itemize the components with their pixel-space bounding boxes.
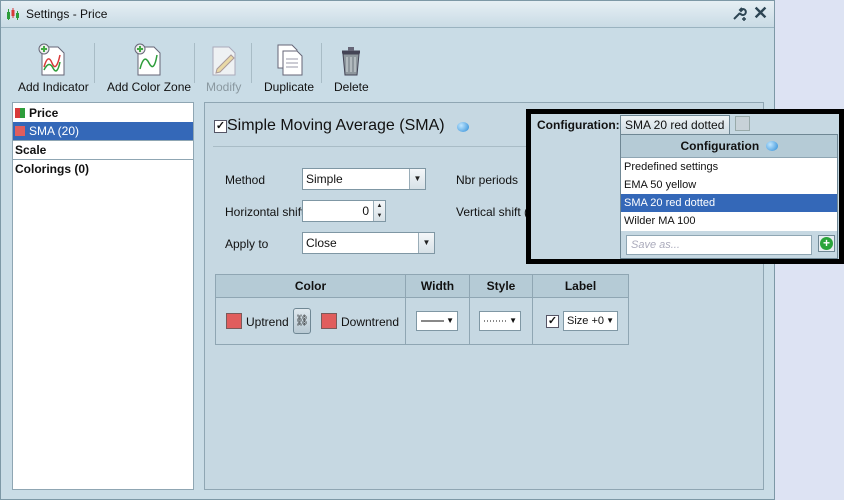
add-color-zone-button[interactable]: Add Color Zone [107,43,191,94]
horizontal-shift-value: 0 [362,204,369,218]
tree-item-scale-label: Scale [15,143,47,157]
line-style-select[interactable]: ▼ [479,311,521,331]
configuration-option[interactable]: Predefined settings [621,158,837,176]
title-bar: Settings - Price ✕ [1,1,774,28]
toolbar: Add Indicator Add Color Zone Modify Dupl… [1,29,774,95]
sma-color-icon [15,126,25,136]
configuration-header-text: Configuration [680,139,760,153]
chevron-down-icon: ▼ [418,233,434,253]
add-color-zone-label: Add Color Zone [107,80,192,94]
price-chart-icon [7,8,19,20]
method-label: Method [225,173,266,187]
chevron-down-icon: ▼ [509,316,517,325]
add-configuration-button[interactable]: + [818,235,835,252]
configuration-option[interactable]: EMA 50 yellow [621,176,837,194]
tree-item-price-label: Price [29,106,59,120]
configuration-select[interactable]: SMA 20 red dotted ▼ [620,115,730,149]
indicator-title: Simple Moving Average (SMA) [227,117,445,134]
apply-to-select[interactable]: Close ▼ [302,232,435,254]
width-column-header: Width [406,275,469,298]
delete-button[interactable]: Delete [334,43,369,94]
price-swatch-icon [15,108,25,118]
chevron-down-icon: ▼ [409,169,425,189]
duplicate-icon [277,44,303,76]
wrench-icon[interactable] [731,6,747,22]
configuration-selected-value: SMA 20 red dotted [625,118,725,132]
indicator-enabled-checkbox[interactable]: ✓ [214,120,227,133]
downtrend-label: Downtrend [341,315,400,329]
trash-icon [342,47,361,76]
chevron-down-icon: ▼ [606,316,614,325]
duplicate-label: Duplicate [264,80,315,94]
configuration-dropdown-header: Configuration [621,135,837,158]
add-indicator-button[interactable]: Add Indicator [18,43,89,94]
modify-label: Modify [206,80,242,94]
toolbar-divider [94,43,95,83]
downtrend-color-swatch[interactable] [321,313,337,329]
close-icon[interactable]: ✕ [753,4,768,22]
tree-item-scale[interactable]: Scale [13,141,193,159]
horizontal-shift-label: Horizontal shift [225,205,305,219]
column-divider [532,275,533,344]
tree-item-colorings-label: Colorings (0) [15,162,89,176]
section-divider [213,146,543,147]
tree-item-price[interactable]: Price [13,104,193,122]
horizontal-shift-stepper[interactable]: 0 ▲ ▼ [302,200,386,222]
save-as-input[interactable]: Save as... [626,235,812,255]
line-width-select[interactable]: ▼ [416,311,458,331]
toolbar-divider [321,43,322,83]
modify-icon [212,46,236,76]
delete-label: Delete [334,80,369,94]
style-column-header: Style [470,275,532,298]
method-value: Simple [306,172,343,186]
add-color-zone-icon [134,43,161,76]
toolbar-divider [251,43,252,83]
dotted-line-icon [484,320,507,322]
toolbar-divider [194,43,195,83]
apply-to-value: Close [306,236,337,250]
solid-line-icon [421,320,444,322]
uptrend-label: Uptrend [246,315,289,329]
column-divider [469,275,470,344]
tree-item-sma-label: SMA (20) [29,124,80,138]
link-colors-icon[interactable]: ⛓ [293,308,311,334]
info-bubble-icon[interactable] [457,122,469,132]
save-as-row: Save as... + [621,231,837,258]
uptrend-color-swatch[interactable] [226,313,242,329]
add-indicator-label: Add Indicator [18,80,89,94]
info-bubble-icon[interactable] [765,141,778,151]
label-size-select[interactable]: Size +0 ▼ [563,311,618,331]
tree-item-colorings[interactable]: Colorings (0) [13,160,193,178]
periods-label: Nbr periods [456,173,519,187]
label-column-header: Label [533,275,628,298]
style-table: Color Width Style Label [215,274,629,345]
stepper-arrows-icon[interactable]: ▲▼ [373,201,385,221]
column-divider [405,275,406,344]
save-disk-icon[interactable] [735,116,750,131]
label-enabled-checkbox[interactable]: ✓ [546,315,559,328]
tree-item-sma[interactable]: SMA (20) [13,122,193,140]
color-column-header: Color [216,275,405,298]
plus-icon: + [820,237,833,250]
label-size-value: Size +0 [567,315,604,327]
window-title: Settings - Price [26,7,108,21]
configuration-dropdown: Configuration Predefined settings EMA 50… [620,134,838,259]
configuration-option[interactable]: Wilder MA 100 [621,212,837,230]
chevron-down-icon: ▼ [446,316,454,325]
indicator-tree: Price SMA (20) Scale Colorings (0) [12,102,194,490]
configuration-option-selected[interactable]: SMA 20 red dotted [621,194,837,212]
modify-button[interactable]: Modify [206,43,241,94]
apply-to-label: Apply to [225,237,269,251]
duplicate-button[interactable]: Duplicate [264,43,314,94]
add-indicator-icon [38,43,65,76]
method-select[interactable]: Simple ▼ [302,168,426,190]
configuration-label: Configuration: [537,118,620,132]
